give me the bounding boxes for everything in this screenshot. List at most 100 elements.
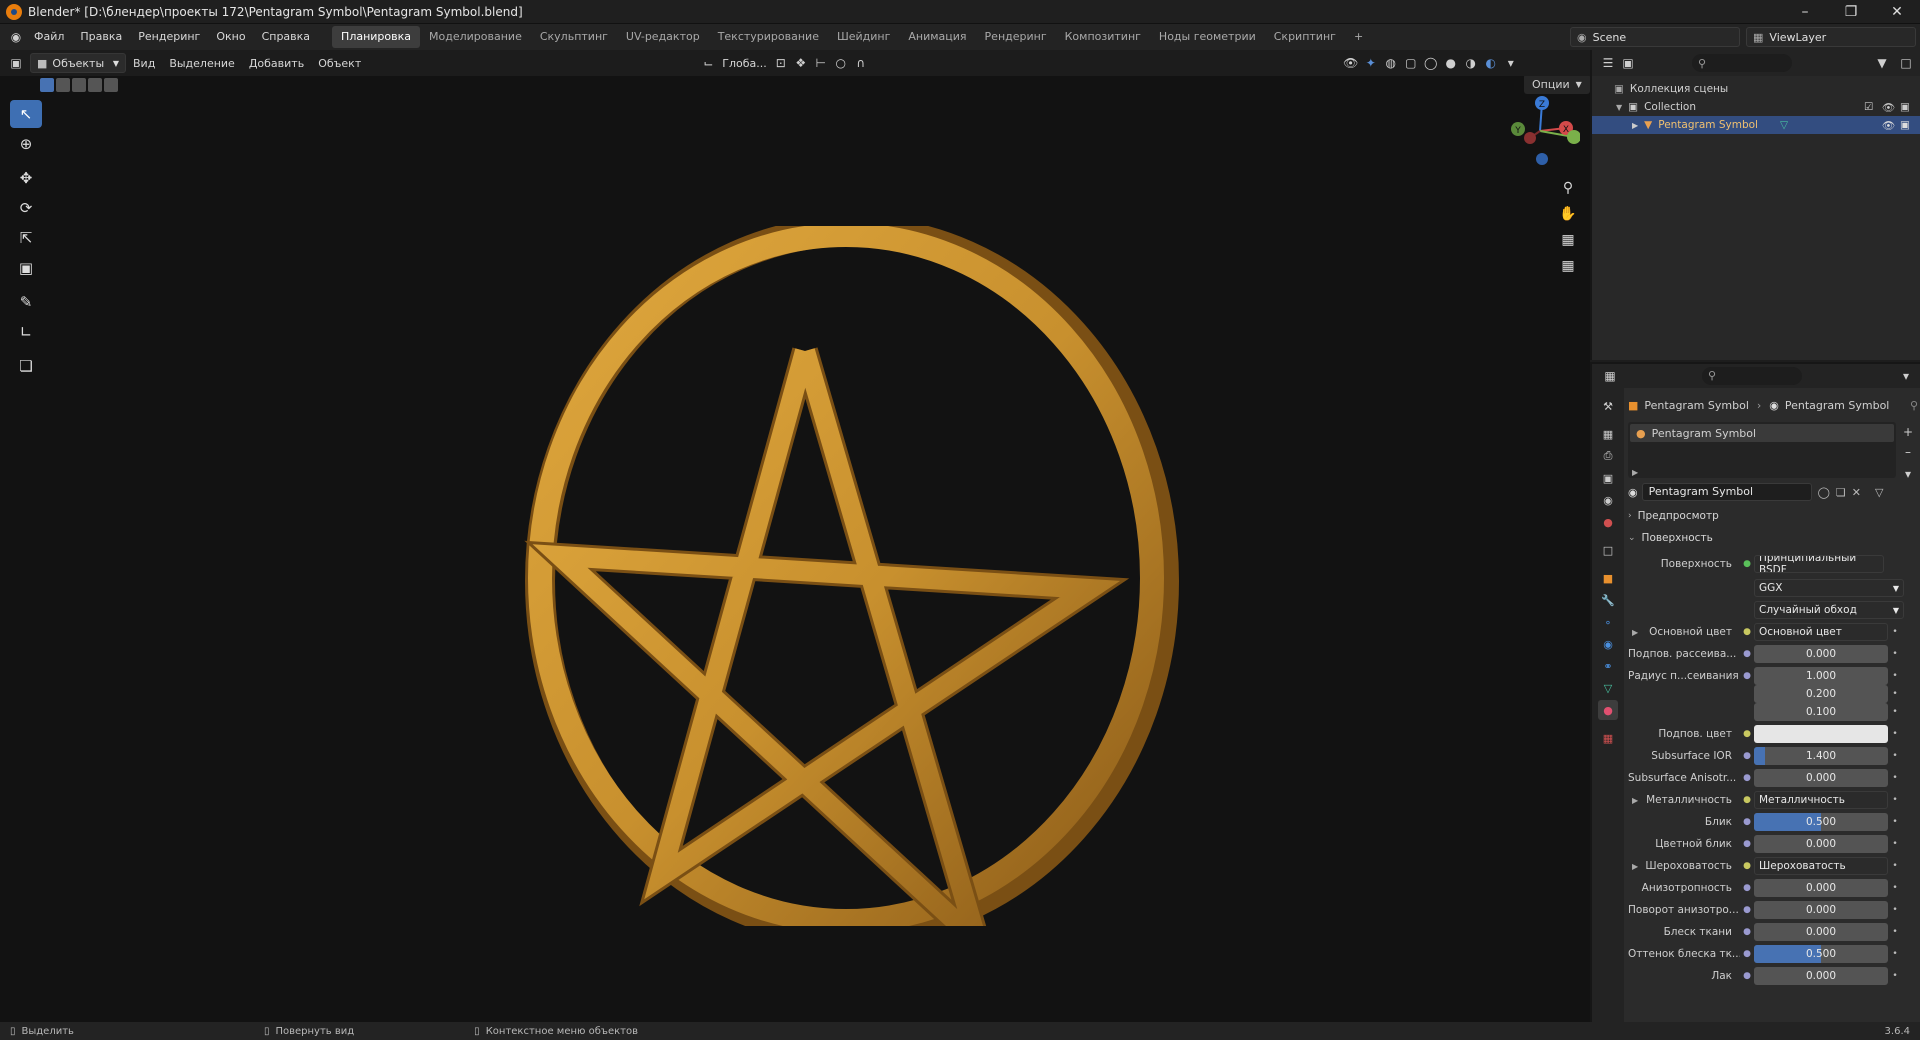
socket-icon[interactable]: ● <box>1740 795 1754 805</box>
subsurface-method-dropdown[interactable]: Случайный обход ▼ <box>1754 601 1904 619</box>
scene-selector[interactable]: ◉ Scene <box>1570 27 1740 47</box>
link-mode-icon[interactable]: ▽ <box>1875 486 1883 499</box>
socket-icon[interactable]: ● <box>1740 883 1754 893</box>
scene-tab-icon[interactable]: ◉ <box>1598 490 1618 510</box>
minimize-icon[interactable]: – <box>1782 0 1828 24</box>
tab-sculpting[interactable]: Скульптинг <box>531 26 617 48</box>
constraints-tab-icon[interactable]: ⚭ <box>1598 656 1618 676</box>
expand-arrow-icon[interactable]: ▶ <box>1632 468 1638 477</box>
socket-icon[interactable]: ● <box>1740 817 1754 827</box>
remove-slot-icon[interactable]: – <box>1898 442 1918 462</box>
number-slider[interactable]: 0.000 <box>1754 901 1888 919</box>
menu-window[interactable]: Окно <box>208 24 253 50</box>
keyframe-dot-icon[interactable]: • <box>1888 689 1902 699</box>
collection-tab-icon[interactable]: □ <box>1598 540 1618 560</box>
add-workspace-button[interactable]: + <box>1345 26 1372 48</box>
expand-arrow-icon[interactable]: ▼ <box>1616 103 1622 112</box>
tab-shading[interactable]: Шейдинг <box>828 26 899 48</box>
keyframe-dot-icon[interactable]: • <box>1888 839 1902 849</box>
view-layer-tab-icon[interactable]: ▣ <box>1598 468 1618 488</box>
keyframe-dot-icon[interactable]: • <box>1888 729 1902 739</box>
select-subtract-icon[interactable] <box>72 78 86 92</box>
data-tab-icon[interactable]: ▽ <box>1598 678 1618 698</box>
socket-icon[interactable]: ● <box>1740 839 1754 849</box>
keyframe-dot-icon[interactable]: • <box>1888 883 1902 893</box>
display-mode-icon[interactable]: ▣ <box>1618 53 1638 73</box>
tab-geometry-nodes[interactable]: Ноды геометрии <box>1150 26 1265 48</box>
menu-add[interactable]: Добавить <box>242 57 311 70</box>
keyframe-dot-icon[interactable]: • <box>1888 905 1902 915</box>
number-slider[interactable]: 0.000 <box>1754 769 1888 787</box>
keyframe-dot-icon[interactable]: • <box>1888 817 1902 827</box>
tool-tab-icon[interactable]: ⚒ <box>1598 396 1618 416</box>
pan-hand-icon[interactable]: ✋ <box>1556 202 1580 226</box>
mode-dropdown[interactable]: ■ Объекты ▼ <box>30 53 126 73</box>
annotate-icon[interactable]: ✎ <box>10 288 42 316</box>
close-icon[interactable]: ✕ <box>1874 0 1920 24</box>
tab-layout[interactable]: Планировка <box>332 26 421 48</box>
fake-user-icon[interactable]: ◯ <box>1818 486 1830 499</box>
tab-scripting[interactable]: Скриптинг <box>1265 26 1345 48</box>
slot-specials-icon[interactable]: ▾ <box>1898 464 1918 484</box>
menu-edit[interactable]: Правка <box>72 24 130 50</box>
number-slider[interactable]: 0.000 <box>1754 967 1888 985</box>
material-slot-row[interactable]: ● Pentagram Symbol <box>1630 424 1894 442</box>
view-layer-selector[interactable]: ▦ ViewLayer <box>1746 27 1916 47</box>
socket-icon[interactable]: ● <box>1740 971 1754 981</box>
surface-shader-field[interactable]: Принципиальный BSDF <box>1754 555 1884 573</box>
tab-animation[interactable]: Анимация <box>899 26 975 48</box>
color-swatch[interactable] <box>1754 725 1888 743</box>
number-slider[interactable]: 0.000 <box>1754 879 1888 897</box>
outliner-row-collection[interactable]: ▼ ▣ Collection ☑ 👁 ▣ <box>1592 98 1920 116</box>
number-slider[interactable]: 0.200 <box>1754 685 1888 703</box>
panel-surface[interactable]: ⌄ Поверхность <box>1628 528 1918 548</box>
blender-menu-icon[interactable]: ◉ <box>6 27 26 47</box>
select-intersect-icon[interactable] <box>104 78 118 92</box>
material-browse-icon[interactable]: ◉ <box>1628 486 1638 499</box>
menu-render[interactable]: Рендеринг <box>130 24 208 50</box>
pivot-icon[interactable]: ⊡ <box>771 53 791 73</box>
snap-target-icon[interactable]: ⊢ <box>811 53 831 73</box>
tab-compositing[interactable]: Композитинг <box>1056 26 1150 48</box>
proportional-edit-icon[interactable]: ○ <box>831 53 851 73</box>
orientation-dropdown[interactable]: Глоба... <box>718 57 770 70</box>
falloff-icon[interactable]: ∩ <box>851 53 871 73</box>
scale-icon[interactable]: ⇱ <box>10 224 42 252</box>
physics-tab-icon[interactable]: ◉ <box>1598 634 1618 654</box>
keyframe-dot-icon[interactable]: • <box>1888 773 1902 783</box>
tab-rendering[interactable]: Рендеринг <box>976 26 1056 48</box>
texture-tab-icon[interactable]: ▦ <box>1598 728 1618 748</box>
outliner-row-object[interactable]: ▶ ▼ Pentagram Symbol ▽ 👁 ▣ <box>1592 116 1920 134</box>
exclude-checkbox[interactable]: ☑ <box>1864 101 1873 113</box>
socket-icon[interactable]: ● <box>1740 905 1754 915</box>
pentagram-model[interactable] <box>500 226 1200 926</box>
keyframe-dot-icon[interactable]: • <box>1888 627 1902 637</box>
keyframe-dot-icon[interactable]: • <box>1888 707 1902 717</box>
editor-type-icon[interactable]: ▣ <box>6 53 26 73</box>
number-slider[interactable]: 0.000 <box>1754 923 1888 941</box>
select-extend-icon[interactable] <box>56 78 70 92</box>
keyframe-dot-icon[interactable]: • <box>1888 649 1902 659</box>
zoom-icon[interactable]: ⚲ <box>1556 176 1580 200</box>
outliner-row-scene-collection[interactable]: ▣ Коллекция сцены <box>1592 80 1920 98</box>
outliner-editor-icon[interactable]: ☰ <box>1598 53 1618 73</box>
menu-select[interactable]: Выделение <box>162 57 242 70</box>
render-tab-icon[interactable]: ▦ <box>1598 424 1618 444</box>
tab-uv-editing[interactable]: UV-редактор <box>617 26 709 48</box>
gizmo-icon[interactable]: ✦ <box>1361 53 1381 73</box>
menu-object[interactable]: Объект <box>311 57 368 70</box>
socket-icon[interactable]: ● <box>1740 649 1754 659</box>
socket-icon[interactable]: ● <box>1740 729 1754 739</box>
snap-icon[interactable]: ❖ <box>791 53 811 73</box>
socket-icon[interactable]: ● <box>1740 773 1754 783</box>
outliner-search-input[interactable]: ⚲ <box>1692 54 1792 72</box>
shading-material-icon[interactable]: ◑ <box>1461 53 1481 73</box>
shading-options-icon[interactable]: ▾ <box>1501 53 1521 73</box>
material-name-field[interactable]: Pentagram Symbol <box>1641 483 1812 501</box>
select-invert-icon[interactable] <box>88 78 102 92</box>
number-slider[interactable]: 1.400 <box>1754 747 1888 765</box>
eye-icon[interactable]: 👁 <box>1882 119 1895 132</box>
3d-viewport[interactable]: Опции ▼ ↖ ⊕ ✥ ⟳ ⇱ ▣ ✎ ∟ ❏ Z X Y ⚲ ✋ ▦ ▦ <box>0 76 1590 1022</box>
linked-input-field[interactable]: Металличность <box>1754 791 1888 809</box>
number-slider[interactable]: 1.000 <box>1754 667 1888 685</box>
